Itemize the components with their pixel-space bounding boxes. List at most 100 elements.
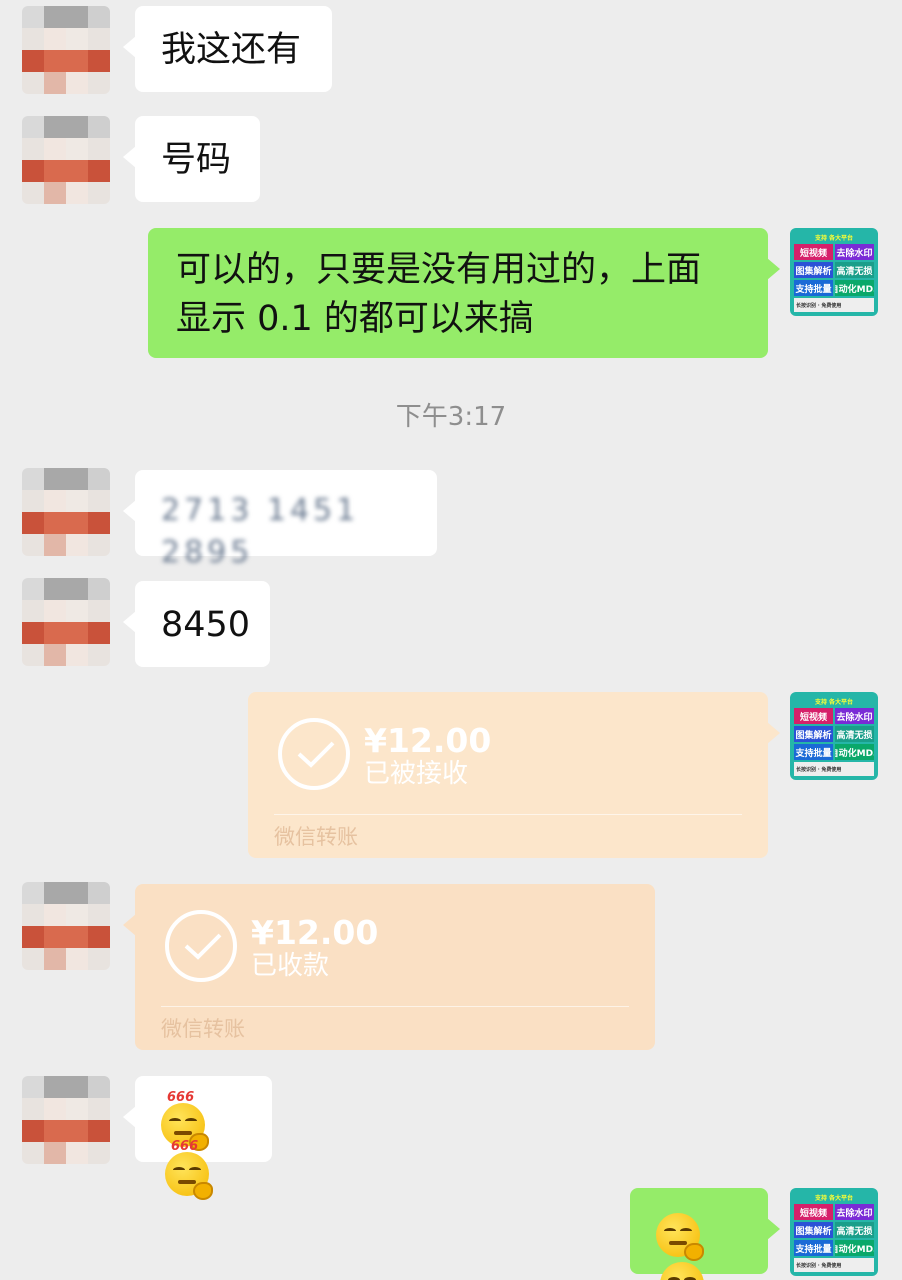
mosaic-tile <box>22 1098 44 1120</box>
bubble-tail <box>767 722 780 744</box>
chat-screen: 我这还有 号码 可以的，只要是没有用过的，上面 显示 0.1 的都可以来搞 支持… <box>0 0 902 1280</box>
self-avatar[interactable]: 支持 各大平台短视频去除水印图集解析高清无损支持批量自动化MD5 长按识别 · 免… <box>790 1188 878 1276</box>
mosaic-tile <box>44 948 66 970</box>
message-bubble-outgoing[interactable]: 可以的，只要是没有用过的，上面 显示 0.1 的都可以来搞 <box>148 228 780 358</box>
mosaic-tile <box>88 468 110 490</box>
mosaic-tile <box>22 72 44 94</box>
ad-cell: 自动化MD5 <box>835 1240 874 1256</box>
contact-avatar[interactable] <box>22 578 110 666</box>
message-bubble-incoming[interactable]: 8450 <box>123 581 270 667</box>
mosaic-tile <box>22 116 44 138</box>
mosaic-tile <box>22 50 44 72</box>
avatar-mosaic <box>22 578 110 666</box>
mosaic-tile <box>88 1120 110 1142</box>
self-avatar-image: 支持 各大平台短视频去除水印图集解析高清无损支持批量自动化MD5 长按识别 · 免… <box>790 228 878 316</box>
mosaic-tile <box>88 644 110 666</box>
transfer-status: 已被接收 <box>364 759 469 789</box>
mosaic-tile <box>66 490 88 512</box>
mosaic-tile <box>22 600 44 622</box>
mosaic-tile <box>66 1120 88 1142</box>
contact-avatar[interactable] <box>22 116 110 204</box>
mosaic-tile <box>44 1142 66 1164</box>
mosaic-tile <box>22 926 44 948</box>
mosaic-tile <box>66 512 88 534</box>
bubble-tail <box>123 500 136 522</box>
mosaic-tile <box>44 622 66 644</box>
mosaic-tile <box>66 50 88 72</box>
mosaic-tile <box>66 1076 88 1098</box>
mosaic-tile <box>88 948 110 970</box>
self-avatar[interactable]: 支持 各大平台短视频去除水印图集解析高清无损支持批量自动化MD5 长按识别 · 免… <box>790 228 878 316</box>
self-avatar-image: 支持 各大平台短视频去除水印图集解析高清无损支持批量自动化MD5 长按识别 · 免… <box>790 692 878 780</box>
check-circle-icon <box>278 718 350 790</box>
message-bubble-incoming[interactable]: 号码 <box>123 116 260 202</box>
ad-cell: 短视频 <box>794 708 833 724</box>
mosaic-tile <box>22 1120 44 1142</box>
mosaic-tile <box>66 622 88 644</box>
mosaic-tile <box>22 160 44 182</box>
ad-cell: 短视频 <box>794 1204 833 1220</box>
mosaic-tile <box>44 490 66 512</box>
ad-footer: 长按识别 · 免费使用 <box>794 298 874 312</box>
mosaic-tile <box>22 644 44 666</box>
mosaic-tile <box>66 116 88 138</box>
divider <box>161 1006 629 1007</box>
ad-row: 支持批量自动化MD5 <box>794 744 874 760</box>
mosaic-tile <box>66 578 88 600</box>
mosaic-tile <box>88 138 110 160</box>
mosaic-tile <box>88 1098 110 1120</box>
message-bubble-incoming[interactable]: 2713 1451 2895 <box>123 470 437 570</box>
mosaic-tile <box>44 1076 66 1098</box>
mosaic-tile <box>88 490 110 512</box>
ad-row: 支持 各大平台 <box>794 696 874 706</box>
mosaic-tile <box>88 926 110 948</box>
mosaic-tile <box>66 904 88 926</box>
mosaic-tile <box>22 882 44 904</box>
message-bubble-outgoing[interactable] <box>630 1188 780 1280</box>
mosaic-tile <box>44 6 66 28</box>
contact-avatar[interactable] <box>22 1076 110 1164</box>
avatar-mosaic <box>22 882 110 970</box>
mosaic-tile <box>88 116 110 138</box>
mosaic-tile <box>88 578 110 600</box>
mosaic-tile <box>66 72 88 94</box>
mosaic-tile <box>22 182 44 204</box>
message-bubble-incoming[interactable]: 666 666 <box>123 1076 272 1200</box>
message-bubble-incoming[interactable]: 我这还有 <box>123 6 332 92</box>
contact-avatar[interactable] <box>22 468 110 556</box>
mosaic-tile <box>44 644 66 666</box>
ad-row: 图集解析 高清无损 <box>794 1222 874 1238</box>
ad-cell: 支持 各大平台 <box>814 1194 854 1202</box>
ad-row: 支持批量自动化MD5 <box>794 280 874 296</box>
contact-avatar[interactable] <box>22 882 110 970</box>
contact-avatar[interactable] <box>22 6 110 94</box>
self-avatar[interactable]: 支持 各大平台短视频去除水印图集解析高清无损支持批量自动化MD5 长按识别 · 免… <box>790 692 878 780</box>
ad-row: 短视频 去除水印 <box>794 708 874 724</box>
mosaic-tile <box>88 512 110 534</box>
message-text: 可以的，只要是没有用过的，上面 显示 0.1 的都可以来搞 <box>176 250 702 339</box>
mosaic-tile <box>66 534 88 556</box>
ad-cell: 高清无损 <box>835 262 874 278</box>
mosaic-tile <box>66 6 88 28</box>
mosaic-tile <box>88 72 110 94</box>
ad-cell: 支持批量 <box>794 744 833 760</box>
mosaic-tile <box>88 50 110 72</box>
ad-cell: 自动化MD5 <box>835 744 874 760</box>
mosaic-tile <box>66 600 88 622</box>
mosaic-tile <box>44 512 66 534</box>
mosaic-tile <box>66 948 88 970</box>
mosaic-tile <box>66 468 88 490</box>
mosaic-tile <box>22 622 44 644</box>
transfer-card-incoming[interactable]: ¥12.00 已收款 微信转账 <box>123 884 655 1050</box>
ad-cell: 支持 各大平台 <box>814 698 854 706</box>
mosaic-tile <box>22 1076 44 1098</box>
mosaic-tile <box>44 578 66 600</box>
transfer-card-outgoing[interactable]: ¥12.00 已被接收 微信转账 <box>248 692 780 858</box>
mosaic-tile <box>88 622 110 644</box>
bubble-tail <box>767 258 780 280</box>
divider <box>274 814 742 815</box>
transfer-label: 微信转账 <box>161 1017 245 1041</box>
mosaic-tile <box>66 882 88 904</box>
mosaic-tile <box>66 138 88 160</box>
ad-cell: 高清无损 <box>835 726 874 742</box>
